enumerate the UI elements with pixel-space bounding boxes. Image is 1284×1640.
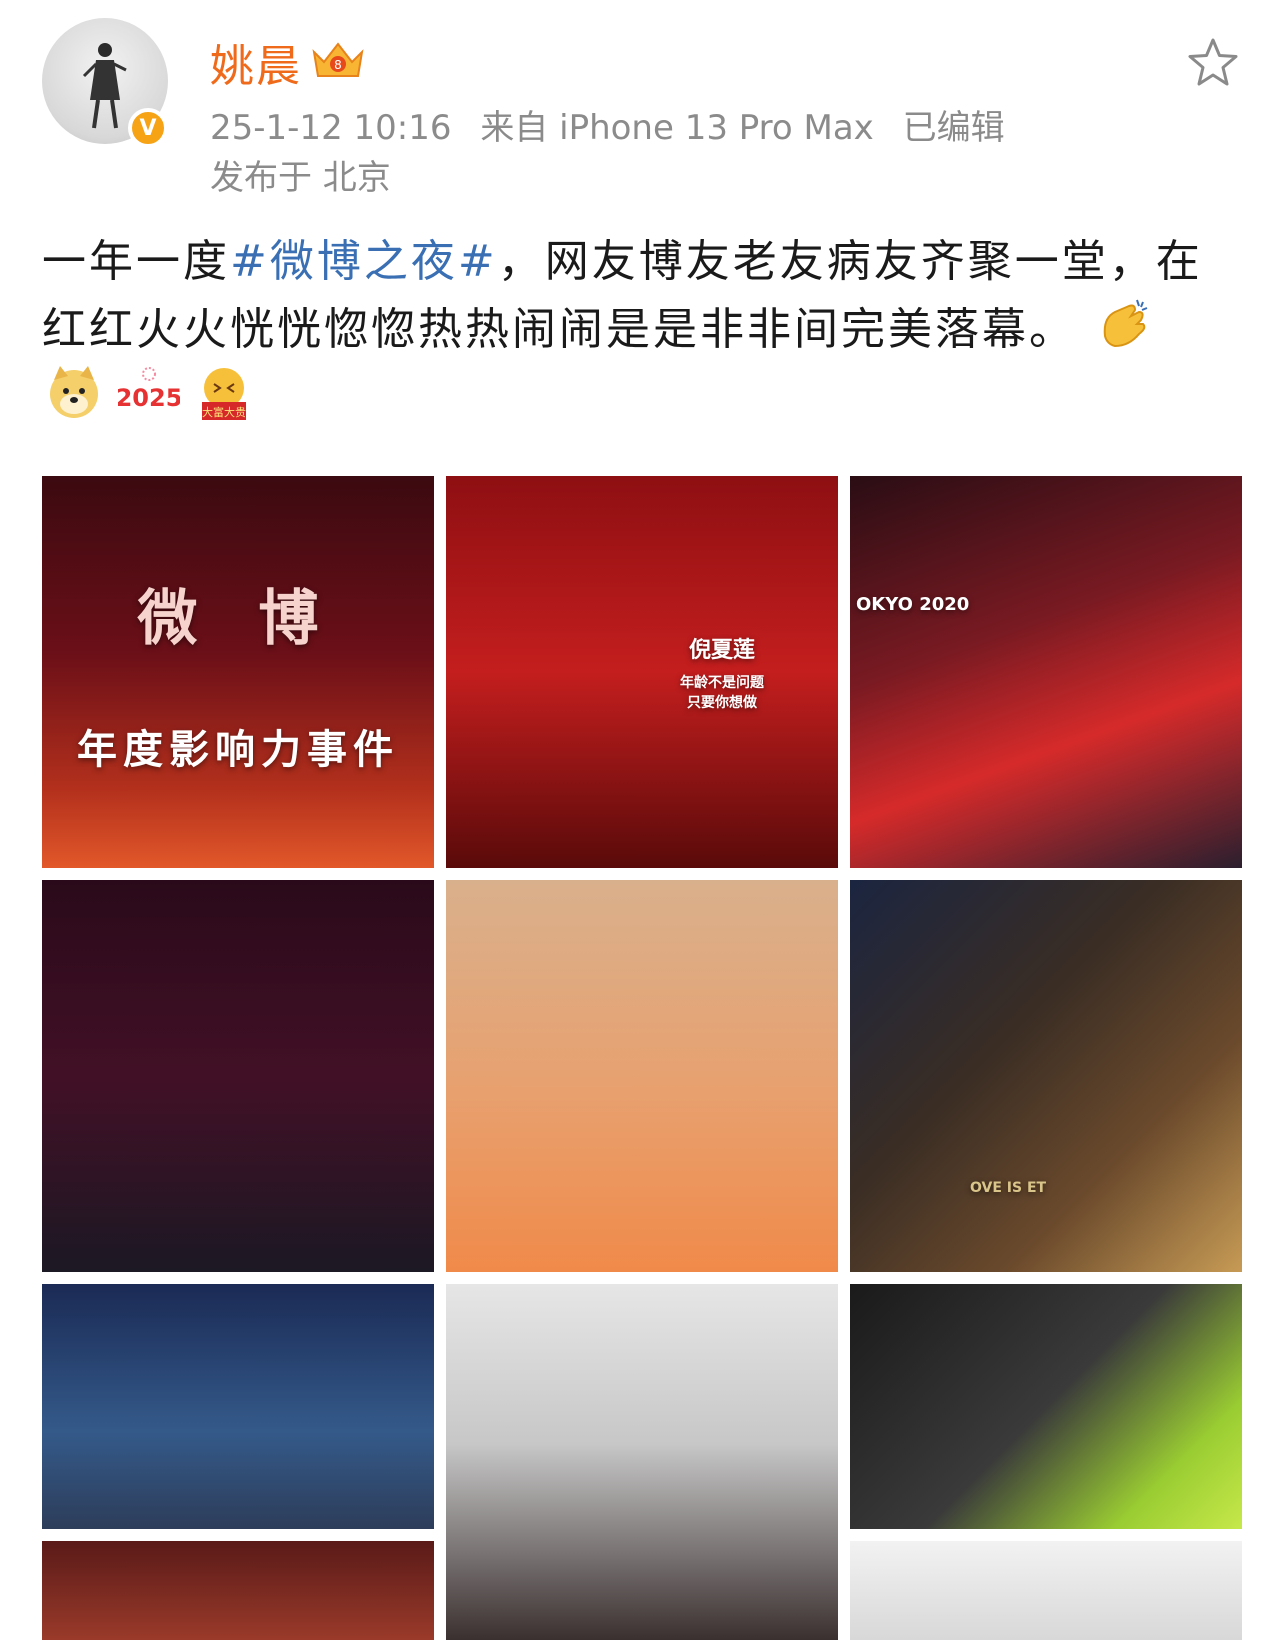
doge-emoji-icon	[50, 366, 98, 418]
photo-2-line2: 只要你想做	[687, 695, 757, 711]
2025-emoji-icon: 2025	[118, 367, 180, 412]
hashtag-link[interactable]: #微博之夜#	[230, 236, 498, 287]
post-location: 发布于 北京	[210, 158, 391, 198]
photo-1-line2: 年度影响力事件	[77, 726, 399, 773]
photo-4[interactable]	[42, 880, 434, 1272]
photo-7[interactable]	[42, 1284, 434, 1529]
photo-3[interactable]: OKYO 2020	[850, 476, 1242, 868]
photo-1[interactable]: 微 博 年度影响力事件	[42, 476, 434, 868]
text-before: 一年一度	[42, 236, 230, 287]
photo-5[interactable]	[446, 880, 838, 1272]
post-timestamp: 25-1-12 10:16	[210, 108, 452, 148]
verified-badge-icon: V	[128, 108, 168, 148]
photo-10[interactable]	[42, 1541, 434, 1640]
svg-text:2025: 2025	[118, 384, 180, 412]
username[interactable]: 姚晨	[210, 30, 302, 94]
favorite-star-icon[interactable]	[1186, 36, 1240, 90]
vip-crown-icon: 8	[312, 42, 364, 77]
photo-8[interactable]	[446, 1284, 838, 1640]
post-meta: 25-1-12 10:16 来自 iPhone 13 Pro Max 已编辑	[210, 100, 1023, 149]
post-text: 一年一度#微博之夜#，网友博友老友病友齐聚一堂，在红红火火恍恍惚惚热热闹闹是是非…	[42, 228, 1242, 364]
photo-2-line1: 年龄不是问题	[680, 675, 764, 691]
svg-text:大富大贵: 大富大贵	[202, 405, 246, 419]
photo-2-name: 倪夏莲	[688, 638, 755, 663]
clap-emoji-icon	[1103, 299, 1148, 348]
photo-2[interactable]: 倪夏莲 年龄不是问题 只要你想做	[446, 476, 838, 868]
photo-11[interactable]	[850, 1541, 1242, 1640]
post-source: 来自 iPhone 13 Pro Max	[480, 108, 874, 148]
dafu-dagui-emoji-icon: 大富大贵	[202, 368, 246, 420]
svg-text:8: 8	[334, 58, 342, 72]
photo-3-text: OKYO 2020	[856, 594, 970, 615]
edited-label[interactable]: 已编辑	[903, 108, 1005, 148]
photo-1-line1: 微 博	[137, 583, 339, 654]
photo-6-text: OVE IS ET	[970, 1180, 1047, 1196]
photo-9[interactable]	[850, 1284, 1242, 1529]
post-header: V 姚晨 8 25-1-12 10:16 来自 iPhone 13 Pro Ma…	[0, 0, 1284, 210]
photo-6[interactable]: OVE IS ET	[850, 880, 1242, 1272]
photo-grid: 微 博 年度影响力事件 倪夏莲 年龄不是问题 只要你想做 OKYO 2020 O…	[42, 476, 1242, 1640]
avatar-figure	[82, 43, 127, 129]
emoji-row: 2025 大富大贵	[46, 364, 446, 436]
